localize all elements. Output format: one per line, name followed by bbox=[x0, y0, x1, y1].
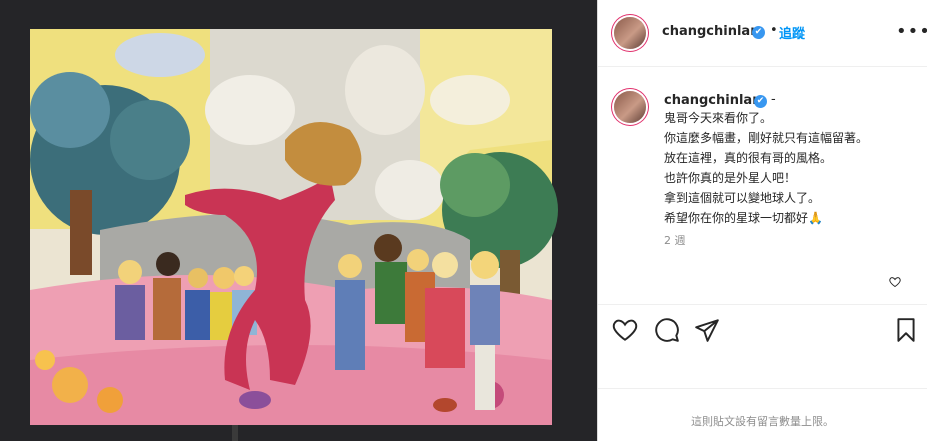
more-options-icon[interactable]: ••• bbox=[896, 21, 927, 42]
separator-dot: • bbox=[770, 23, 778, 38]
caption-username-link[interactable]: changchinlan bbox=[664, 93, 761, 108]
post-media[interactable] bbox=[0, 0, 597, 441]
comments-limited-notice: 這則貼文設有留言數量上限。 bbox=[691, 415, 834, 428]
post-actions-bar bbox=[598, 304, 927, 357]
caption-line: 也許你真的是外星人吧！ bbox=[664, 171, 797, 185]
caption-line: 放在這裡，真的很有哥的風格。 bbox=[664, 151, 833, 165]
comment-icon[interactable] bbox=[654, 317, 682, 345]
caption-line: 鬼哥今天來看你了。 bbox=[664, 111, 773, 125]
bookmark-icon[interactable] bbox=[893, 317, 921, 345]
username-link[interactable]: changchinlan bbox=[662, 24, 759, 39]
painting-image bbox=[0, 0, 597, 441]
caption-verified-badge-icon: ✔ bbox=[754, 95, 767, 108]
caption-line: 拿到這個就可以變地球人了。 bbox=[664, 191, 821, 205]
instagram-post: changchinlan ✔ • 追蹤 ••• changchinlan ✔ -… bbox=[0, 0, 927, 441]
caption-line: 希望你在你的星球一切都好🙏 bbox=[664, 211, 823, 225]
follow-button[interactable]: 追蹤 bbox=[779, 23, 805, 42]
caption-timestamp[interactable]: 2 週 bbox=[664, 232, 686, 248]
heart-icon[interactable] bbox=[612, 317, 640, 345]
post-header: changchinlan ✔ • 追蹤 ••• bbox=[598, 0, 927, 67]
caption-dash: - bbox=[771, 92, 776, 107]
comments-footer: 這則貼文設有留言數量上限。 bbox=[598, 388, 927, 442]
post-side-panel: changchinlan ✔ • 追蹤 ••• changchinlan ✔ -… bbox=[597, 0, 927, 441]
caption-line: 你這麼多幅畫，剛好就只有這幅留著。 bbox=[664, 131, 869, 145]
share-icon[interactable] bbox=[694, 317, 722, 345]
caption-like-heart-icon[interactable] bbox=[889, 276, 901, 292]
caption-text: 鬼哥今天來看你了。 你這麼多幅畫，剛好就只有這幅留著。 放在這裡，真的很有哥的風… bbox=[664, 108, 909, 228]
avatar[interactable] bbox=[614, 17, 646, 49]
verified-badge-icon: ✔ bbox=[752, 26, 765, 39]
caption-avatar[interactable] bbox=[614, 91, 646, 123]
